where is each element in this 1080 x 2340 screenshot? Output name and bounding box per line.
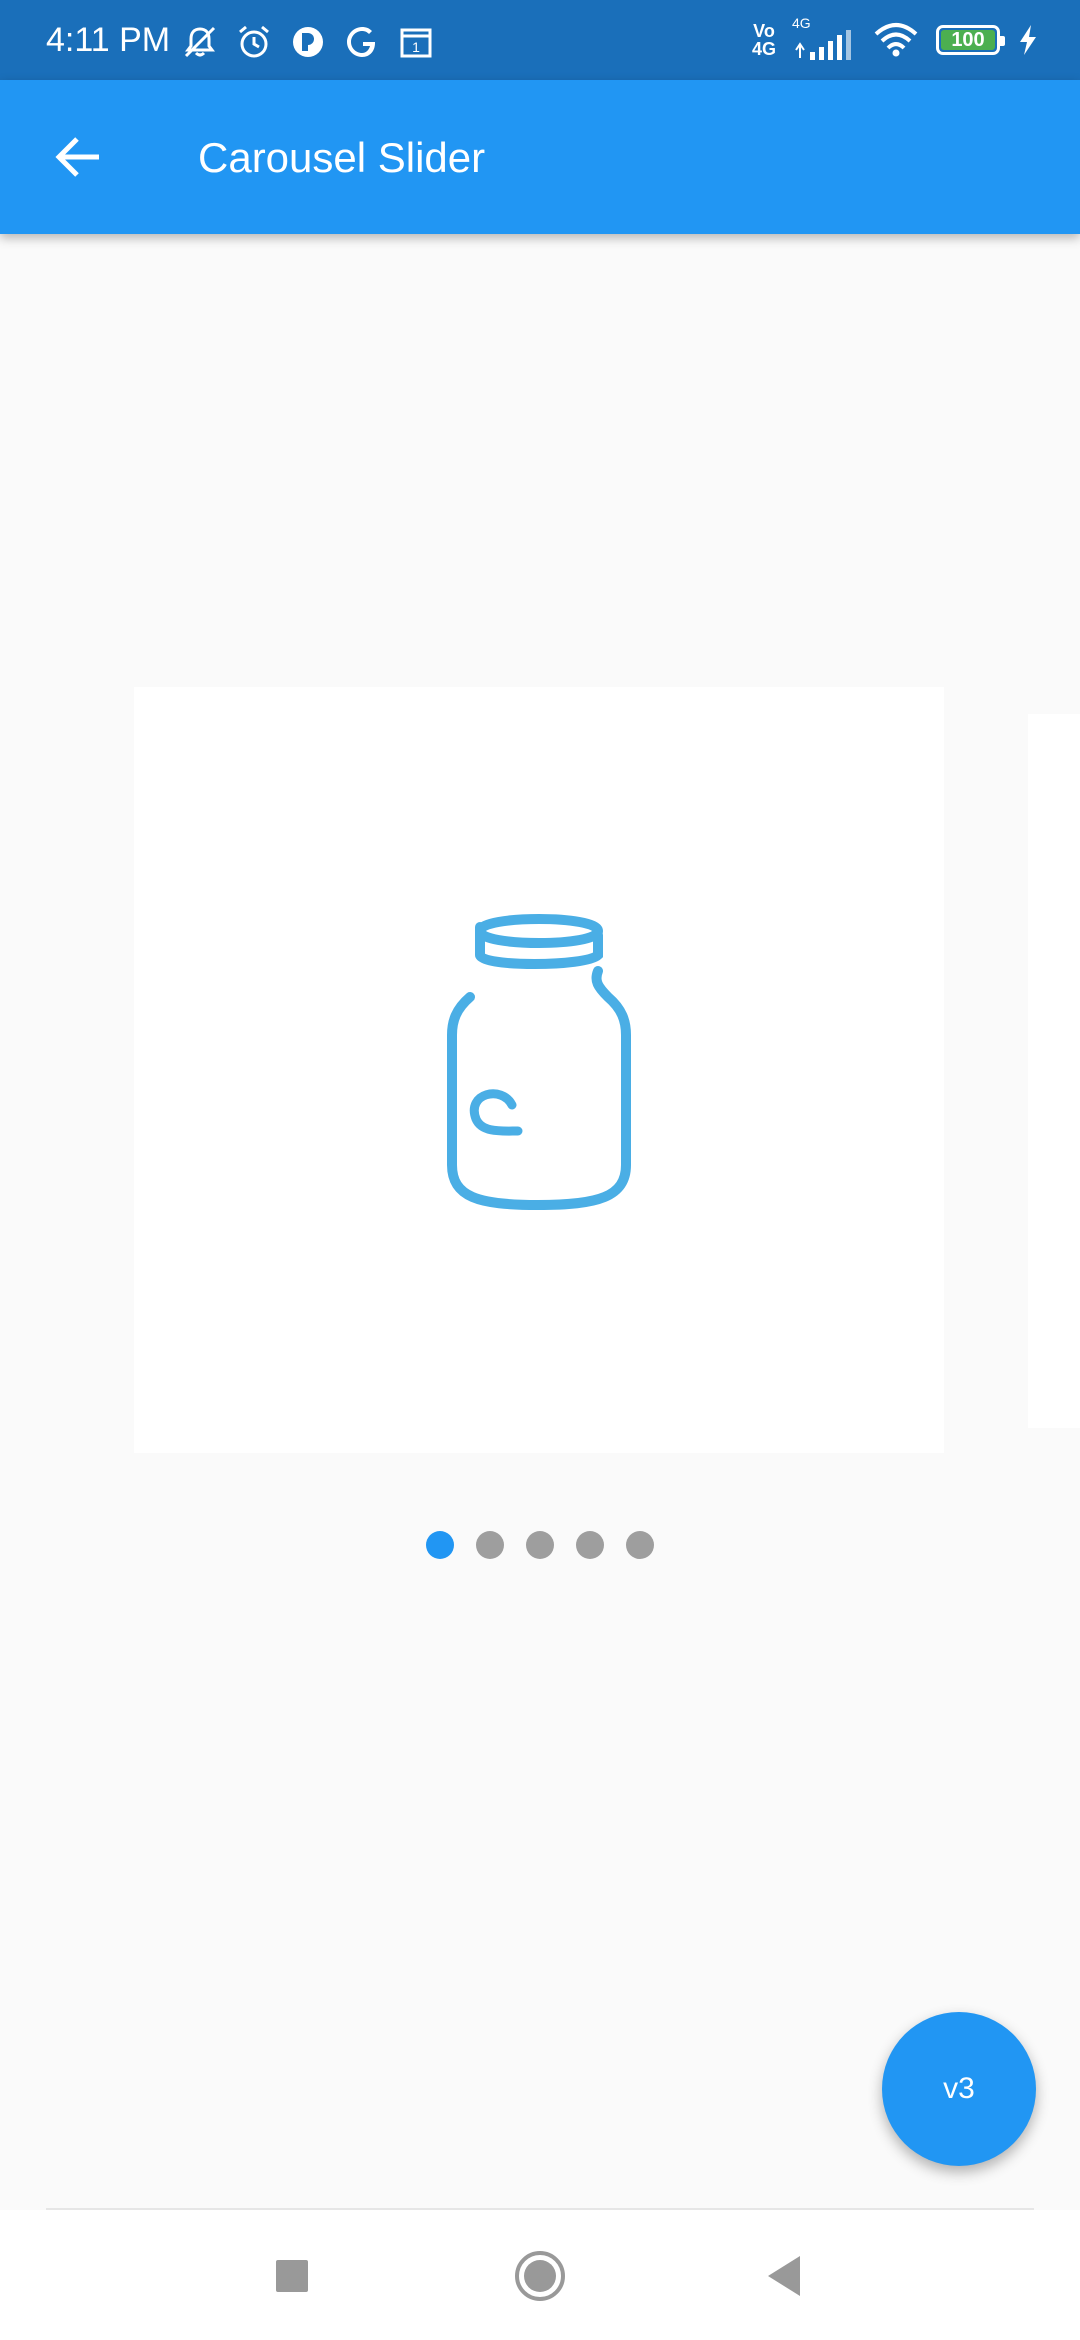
carousel-indicator xyxy=(0,1531,1080,1561)
signal-icon xyxy=(792,29,856,65)
status-bar: 4:11 PM 1 Vo 4G 4G 100 xyxy=(0,0,1080,80)
recents-button[interactable] xyxy=(260,2244,324,2308)
data-type-label: 4G xyxy=(792,14,811,31)
fab-label: v3 xyxy=(943,2072,975,2105)
screen: 4:11 PM 1 Vo 4G 4G 100 Carousel Slider v… xyxy=(0,0,1080,2340)
svg-text:1: 1 xyxy=(412,39,420,55)
alarm-icon xyxy=(234,22,274,62)
home-icon xyxy=(515,2251,565,2301)
battery-level: 100 xyxy=(951,28,985,51)
carousel-dot-4[interactable] xyxy=(576,1531,604,1559)
carousel-dot-2[interactable] xyxy=(476,1531,504,1559)
carousel-slider[interactable] xyxy=(0,234,1080,1634)
back-icon xyxy=(768,2256,800,2296)
volte-indicator: Vo 4G xyxy=(752,22,776,58)
status-time: 4:11 PM xyxy=(46,21,171,59)
arrow-back-icon xyxy=(55,137,99,177)
page-title: Carousel Slider xyxy=(198,134,486,181)
back-button[interactable] xyxy=(36,114,122,200)
network-type-label: 4G xyxy=(751,39,776,59)
battery-icon: 100 xyxy=(936,25,1005,55)
app-notification-icon xyxy=(288,22,328,62)
app-bar: Carousel Slider xyxy=(0,80,1080,234)
mute-icon xyxy=(180,22,220,62)
carousel-dot-5[interactable] xyxy=(626,1531,654,1559)
charging-icon xyxy=(1016,20,1040,60)
signal-indicator: 4G xyxy=(792,16,856,65)
volte-label: Vo xyxy=(753,21,775,41)
system-navigation-bar xyxy=(0,2210,1080,2340)
status-notification-icons: 1 xyxy=(180,22,436,62)
carousel-dot-1[interactable] xyxy=(426,1531,454,1559)
jar-icon xyxy=(447,914,631,1211)
carousel-slide-next[interactable] xyxy=(1028,714,1080,1428)
status-system-icons: Vo 4G 4G 100 xyxy=(752,16,1040,65)
carousel-slide-current[interactable] xyxy=(134,687,944,1453)
back-nav-button[interactable] xyxy=(752,2244,816,2308)
wifi-icon xyxy=(872,20,920,60)
version-fab-button[interactable]: v3 xyxy=(882,2012,1036,2166)
home-button[interactable] xyxy=(508,2244,572,2308)
google-icon xyxy=(342,22,382,62)
carousel-dot-3[interactable] xyxy=(526,1531,554,1559)
calendar-icon: 1 xyxy=(396,22,436,62)
recents-icon xyxy=(276,2260,308,2292)
